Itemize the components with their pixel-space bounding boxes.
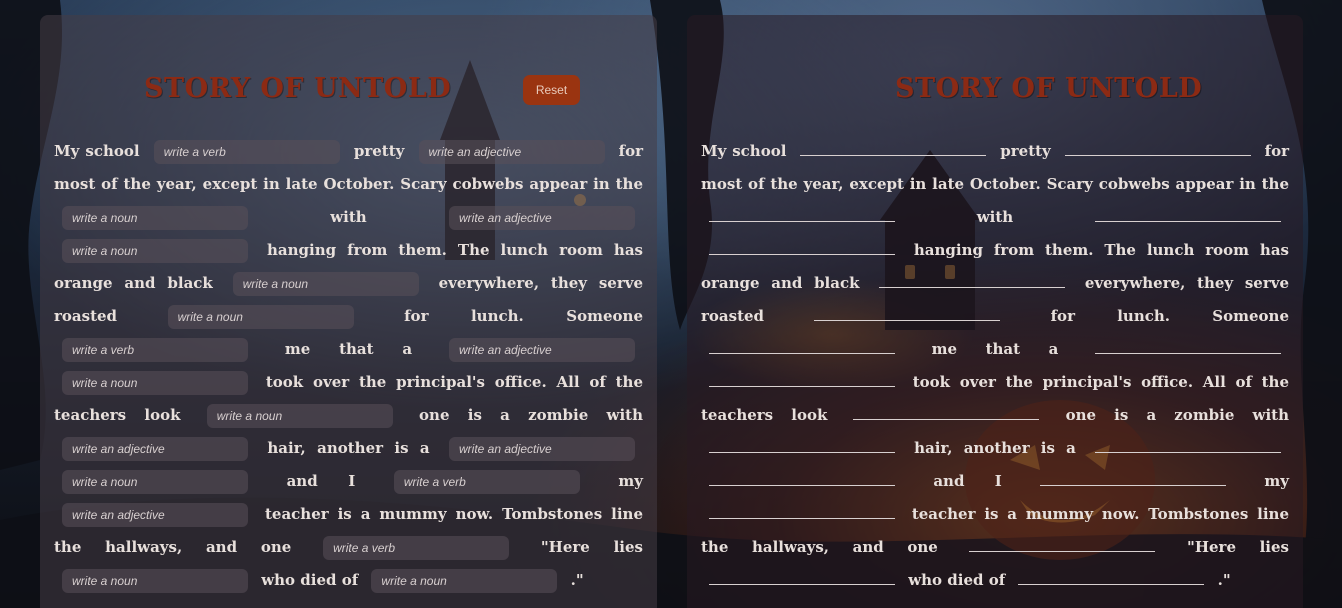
- story-text: one is a zombie with: [1065, 406, 1289, 424]
- blank-line: [814, 311, 1001, 321]
- blank-line: [709, 476, 895, 486]
- story-text: with: [976, 208, 1014, 226]
- story-preview-title: STORY OF UNTOLD: [895, 73, 1203, 104]
- story-text: hair, another is a: [267, 439, 430, 457]
- word-input[interactable]: [393, 470, 580, 494]
- preview-panel-header: STORY OF UNTOLD: [701, 15, 1289, 135]
- word-input[interactable]: [62, 239, 248, 263]
- word-input[interactable]: [206, 404, 393, 428]
- word-input[interactable]: [62, 371, 248, 395]
- blank-line: [1040, 476, 1227, 486]
- blank-line: [1094, 212, 1281, 222]
- story-text: me that a: [284, 340, 413, 358]
- story-text: and I: [933, 472, 1002, 490]
- word-input[interactable]: [62, 338, 248, 362]
- story-preview-text: My school pretty for most of the year, e…: [701, 135, 1289, 597]
- story-text: "Here lies: [540, 538, 643, 556]
- story-text: .": [570, 571, 584, 589]
- word-input[interactable]: [323, 536, 510, 560]
- word-input[interactable]: [448, 338, 635, 362]
- blank-line: [800, 146, 987, 156]
- story-text: for lunch. Someone: [404, 307, 643, 325]
- story-text: hair, another is a: [914, 439, 1076, 457]
- story-text: for lunch. Someone: [1050, 307, 1289, 325]
- word-input[interactable]: [449, 437, 635, 461]
- word-input[interactable]: [62, 503, 248, 527]
- blank-line: [709, 509, 895, 519]
- story-text: .": [1217, 571, 1231, 589]
- word-input[interactable]: [62, 470, 248, 494]
- story-title: STORY OF UNTOLD: [144, 73, 452, 104]
- blank-line: [853, 410, 1040, 420]
- story-input-form: My school pretty for most of the year, e…: [54, 135, 643, 597]
- blank-line: [1094, 443, 1281, 453]
- blank-line: [709, 575, 895, 585]
- blank-line: [1064, 146, 1251, 156]
- story-text: My school: [54, 142, 140, 160]
- preview-panel: STORY OF UNTOLD My school pretty for mos…: [687, 15, 1303, 608]
- story-text: pretty: [1000, 142, 1051, 160]
- story-text: who died of: [261, 571, 359, 589]
- blank-line: [1094, 344, 1281, 354]
- story-text: with: [330, 208, 367, 226]
- story-text: who died of: [908, 571, 1006, 589]
- input-panel: STORY OF UNTOLD Reset My school pretty f…: [40, 15, 657, 608]
- story-text: my: [618, 472, 643, 490]
- word-input[interactable]: [371, 569, 558, 593]
- word-input[interactable]: [448, 206, 635, 230]
- blank-line: [709, 443, 895, 453]
- story-text: my: [1264, 472, 1289, 490]
- word-input[interactable]: [62, 206, 248, 230]
- story-text: pretty: [353, 142, 405, 160]
- blank-line: [969, 542, 1156, 552]
- word-input[interactable]: [62, 437, 248, 461]
- input-panel-header: STORY OF UNTOLD Reset: [54, 15, 643, 135]
- story-text: My school: [701, 142, 787, 160]
- story-text: and I: [286, 472, 356, 490]
- story-text: me that a: [931, 340, 1059, 358]
- word-input[interactable]: [418, 140, 605, 164]
- word-input[interactable]: [232, 272, 419, 296]
- blank-line: [709, 212, 895, 222]
- word-input[interactable]: [167, 305, 354, 329]
- story-text: "Here lies: [1187, 538, 1289, 556]
- blank-line: [709, 377, 895, 387]
- blank-line: [879, 278, 1066, 288]
- story-text: one is a zombie with: [419, 406, 643, 424]
- blank-line: [709, 344, 895, 354]
- blank-line: [1018, 575, 1205, 585]
- reset-button[interactable]: Reset: [523, 75, 580, 105]
- blank-line: [709, 245, 895, 255]
- word-input[interactable]: [62, 569, 248, 593]
- word-input[interactable]: [153, 140, 340, 164]
